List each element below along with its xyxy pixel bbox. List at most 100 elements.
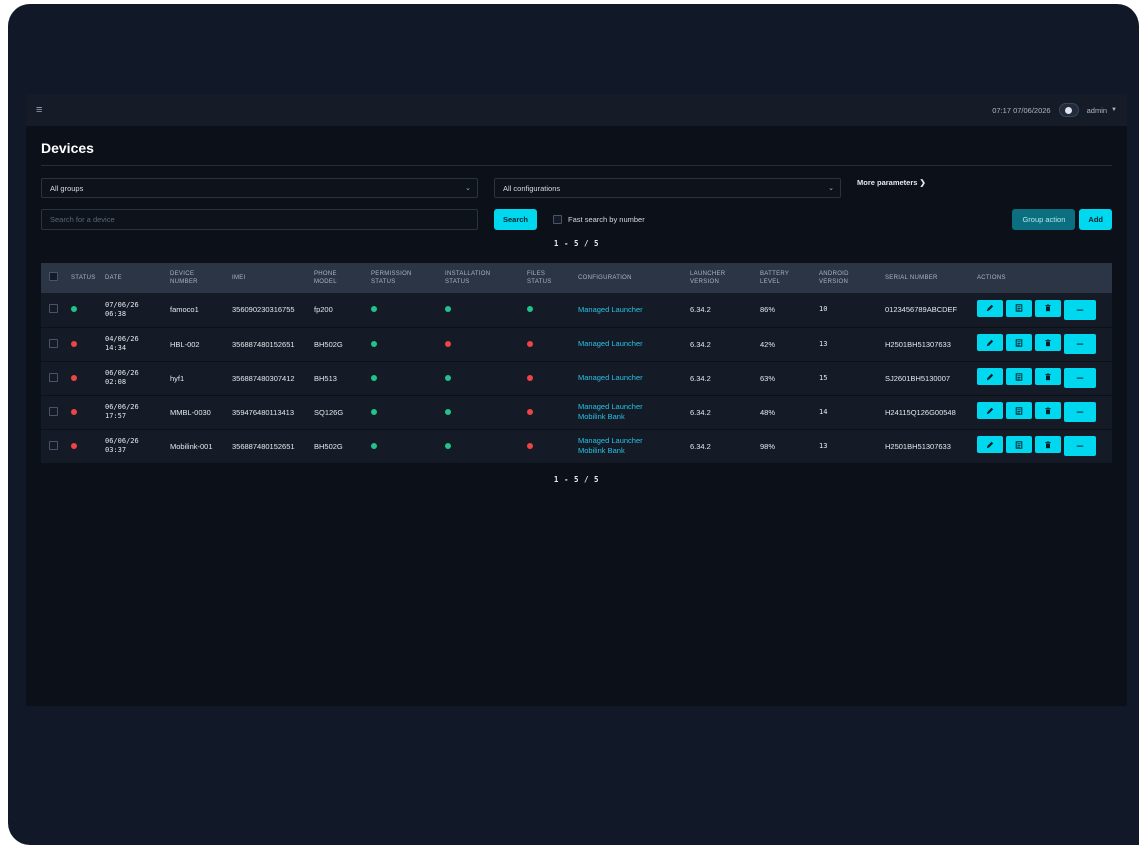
hamburger-menu-icon[interactable]: ≡ [36,104,50,116]
device-number-cell[interactable]: famoco1 [166,293,228,327]
delete-button[interactable] [1035,299,1061,317]
header-installation-status[interactable]: INSTALLATION STATUS [441,263,523,293]
details-button[interactable] [1006,334,1032,351]
header-phone-model[interactable]: PHONE MODEL [310,263,367,293]
table-row[interactable]: 04/06/26 14:34 HBL-002 356887480152651 BH… [41,327,1112,361]
imei-cell: 356887480152651 [232,339,295,349]
select-all-checkbox[interactable] [49,272,58,281]
actions-cell [973,361,1112,395]
configuration-link[interactable]: Managed Launcher [574,327,686,361]
row-checkbox[interactable] [49,338,58,348]
add-device-button[interactable]: Add [1079,209,1112,230]
details-button[interactable] [1006,436,1032,453]
date-cell: 06/06/26 03:37 [101,429,166,463]
date-value: 06/06/26 [105,403,139,411]
configuration-link[interactable]: Managed Launcher [574,293,686,327]
header-files-status[interactable]: FILES STATUS [523,263,574,293]
filter-row: All groups ⌄ All configurations ⌄ More p… [41,178,1112,198]
details-icon [1015,440,1023,449]
device-number-cell[interactable]: hyf1 [166,361,228,395]
installation-status-cell [441,395,523,429]
phone-model-cell: BH502G [314,441,343,451]
configuration-line: Managed Launcher [578,373,643,382]
header-device-number[interactable]: DEVICE NUMBER [166,263,228,293]
row-checkbox[interactable] [49,304,58,314]
device-number-cell[interactable]: Mobilink-001 [166,429,228,463]
table-row[interactable]: 06/06/26 17:57 MMBL-0030 359476480113413 … [41,395,1112,429]
installation-dot-icon [445,340,451,347]
header-imei[interactable]: IMEI [228,263,310,293]
header-launcher-version[interactable]: LAUNCHER VERSION [686,263,756,293]
permission-dot-icon [371,306,377,313]
table-row[interactable]: 06/06/26 03:37 Mobilink-001 3568874801526… [41,429,1112,463]
groups-select[interactable]: All groups ⌄ [41,178,478,198]
date-value: 06/06/26 [105,437,139,445]
header-battery-level[interactable]: BATTERY LEVEL [756,263,815,293]
more-actions-button[interactable] [1064,368,1096,388]
configuration-link[interactable]: Managed Launcher Mobilink Bank [574,395,686,429]
configurations-select[interactable]: All configurations ⌄ [494,178,841,198]
delete-button[interactable] [1035,402,1061,419]
edit-button[interactable] [977,368,1003,385]
delete-button[interactable] [1035,368,1061,385]
device-number-cell[interactable]: MMBL-0030 [166,395,228,429]
details-button[interactable] [1006,368,1032,385]
user-menu[interactable]: admin ▼ [1087,106,1117,115]
header-configuration[interactable]: CONFIGURATION [574,263,686,293]
edit-button[interactable] [977,299,1003,317]
chevron-down-icon: ❯ [919,177,926,187]
status-cell [67,327,101,361]
table-row[interactable]: 06/06/26 02:08 hyf1 356887480307412 BH513… [41,361,1112,395]
devices-table-body: 07/06/26 06:38 famoco1 356090230316755 fp… [41,293,1112,463]
table-header-row: STATUS DATE DEVICE NUMBER IMEI PHONE MODEL… [41,263,1112,293]
more-parameters-toggle[interactable]: More parameters ❯ [857,178,926,187]
actions-cell [973,429,1112,463]
group-action-button[interactable]: Group action [1012,209,1076,230]
row-actions [977,368,1108,388]
installation-status-cell [441,361,523,395]
theme-toggle[interactable] [1058,103,1079,117]
more-actions-button[interactable] [1064,334,1096,354]
status-dot-icon [71,306,77,313]
header-serial-number[interactable]: SERIAL NUMBER [881,263,973,293]
pencil-icon [986,407,994,414]
imei-cell: 356090230316755 [232,305,295,315]
row-checkbox[interactable] [49,372,58,382]
phone-model-cell: BH502G [314,339,343,349]
launcher-version-cell: 6.34.2 [690,339,711,349]
serial-number-cell: H24115Q126G00548 [885,407,956,417]
actions-cell [973,395,1112,429]
imei-cell: 356887480152651 [232,441,295,451]
edit-button[interactable] [977,402,1003,419]
page-title: Devices [41,140,94,156]
configuration-link[interactable]: Managed Launcher Mobilink Bank [574,429,686,463]
installation-status-cell [441,293,523,327]
delete-button[interactable] [1035,436,1061,453]
header-permission-status[interactable]: PERMISSION STATUS [367,263,441,293]
device-search-input[interactable] [41,209,478,230]
row-checkbox[interactable] [49,406,58,416]
header-date[interactable]: DATE [101,263,166,293]
more-actions-button[interactable] [1064,436,1096,456]
header-android-version[interactable]: ANDROID VERSION [815,263,881,293]
battery-level-cell: 98% [760,441,776,451]
configuration-link[interactable]: Managed Launcher [574,361,686,395]
fast-search-option[interactable]: Fast search by number [553,215,645,224]
more-actions-button[interactable] [1064,299,1096,320]
header-status[interactable]: STATUS [67,263,101,293]
row-checkbox[interactable] [49,440,58,450]
table-row[interactable]: 07/06/26 06:38 famoco1 356090230316755 fp… [41,293,1112,327]
user-name: admin [1086,105,1108,115]
delete-button[interactable] [1035,334,1061,351]
search-button[interactable]: Search [494,209,538,230]
files-status-cell [523,361,574,395]
fast-search-checkbox[interactable] [553,215,563,224]
edit-button[interactable] [977,436,1003,453]
details-button[interactable] [1006,402,1032,419]
more-actions-button[interactable] [1064,402,1096,422]
groups-select-value: All groups [50,183,84,193]
details-icon [1015,372,1023,381]
edit-button[interactable] [977,334,1003,351]
details-button[interactable] [1006,299,1032,317]
device-number-cell[interactable]: HBL-002 [166,327,228,361]
